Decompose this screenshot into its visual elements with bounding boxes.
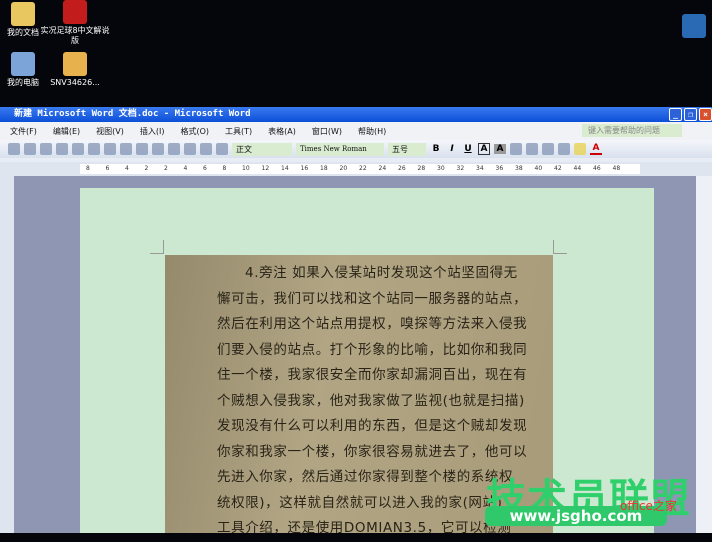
- menu-insert[interactable]: 插入(I): [140, 126, 165, 137]
- ruler-tick: 2: [164, 165, 168, 172]
- desktop-icon-game[interactable]: 实况足球8中文解说版: [40, 0, 110, 46]
- ruler-tick: 30: [437, 165, 445, 172]
- size-select[interactable]: 五号: [388, 142, 426, 156]
- ruler-tick: 26: [398, 165, 406, 172]
- bullets-icon[interactable]: [542, 143, 554, 155]
- ruler-tick: 44: [573, 165, 582, 172]
- title-bar: 新建 Microsoft Word 文档.doc - Microsoft Wor…: [0, 107, 712, 122]
- ruler-tick: 20: [339, 165, 348, 172]
- ruler-tick: 40: [534, 165, 543, 172]
- italic-button[interactable]: I: [446, 144, 458, 154]
- hyperlink-icon[interactable]: [200, 143, 212, 155]
- text-line: 们要入侵的站点。打个形象的比喻，比如你和我同: [217, 341, 528, 358]
- menu-bar: 文件(F) 编辑(E) 视图(V) 插入(I) 格式(O) 工具(T) 表格(A…: [0, 122, 712, 140]
- paste-icon[interactable]: [168, 143, 180, 155]
- ruler-tick: 28: [417, 165, 426, 172]
- print-icon[interactable]: [88, 143, 100, 155]
- folder-icon: [11, 2, 35, 26]
- text-line: 住一个楼，我家很安全而你家却漏洞百出，现在有: [217, 367, 528, 383]
- research-icon[interactable]: [136, 143, 148, 155]
- computer-icon: [11, 52, 35, 76]
- game-icon: [63, 0, 87, 24]
- new-icon[interactable]: [8, 143, 20, 155]
- menu-help[interactable]: 帮助(H): [358, 126, 386, 137]
- text-line: 懈可击，我们可以找和这个站同一服务器的站点，: [217, 290, 528, 307]
- ruler-tick: 46: [593, 165, 601, 172]
- restore-button[interactable]: ❐: [684, 108, 697, 121]
- menu-window[interactable]: 窗口(W): [312, 126, 342, 137]
- vertical-ruler[interactable]: [0, 176, 14, 533]
- text-line: 你家和我家一个楼，你家很容易就进去了，他可以: [217, 443, 528, 460]
- watermark-office: office之家: [620, 499, 677, 513]
- swallow-logo-icon[interactable]: [682, 14, 706, 38]
- close-button[interactable]: ×: [699, 108, 712, 121]
- font-select[interactable]: Times New Roman: [296, 142, 384, 156]
- menu-tools[interactable]: 工具(T): [225, 126, 252, 137]
- bold-button[interactable]: B: [430, 144, 442, 154]
- vertical-scrollbar[interactable]: [696, 176, 712, 533]
- save-icon[interactable]: [40, 143, 52, 155]
- ruler-tick: 42: [554, 165, 562, 172]
- styles-icon[interactable]: [216, 143, 228, 155]
- ruler-tick: 38: [515, 165, 523, 172]
- indent-icon[interactable]: [558, 143, 570, 155]
- ruler-tick: 18: [320, 165, 328, 172]
- text-line: 然后在利用这个站点用提权，嗅探等方法来入侵我: [217, 316, 528, 332]
- spelling-icon[interactable]: [120, 143, 132, 155]
- style-select[interactable]: 正文: [232, 142, 292, 156]
- numbering-icon[interactable]: [526, 143, 538, 155]
- ruler-tick: 12: [261, 165, 270, 172]
- text-line: 4.旁注 如果入侵某站时发现这个站坚固得无: [245, 265, 518, 281]
- ruler-tick: 32: [456, 165, 465, 172]
- menu-format[interactable]: 格式(O): [180, 126, 209, 137]
- help-search-input[interactable]: 键入需要帮助的问题: [582, 124, 682, 137]
- open-icon[interactable]: [24, 143, 36, 155]
- ruler-tick: 2: [144, 165, 149, 172]
- ruler-tick: 8: [86, 165, 90, 172]
- menu-table[interactable]: 表格(A): [268, 126, 296, 137]
- corner-mark: [553, 240, 567, 254]
- ruler-tick: 36: [495, 165, 504, 172]
- ruler-tick: 4: [125, 165, 129, 172]
- menu-edit[interactable]: 编辑(E): [53, 126, 80, 137]
- copy-icon[interactable]: [152, 143, 164, 155]
- toolbar: 正文 Times New Roman 五号 B I U A A A: [0, 140, 712, 158]
- font-color-button[interactable]: A: [590, 143, 602, 155]
- preview-icon[interactable]: [104, 143, 116, 155]
- ruler-tick: 6: [105, 165, 110, 172]
- highlight-icon[interactable]: [574, 143, 586, 155]
- text-line: 发现没有什么可以利用的东西，但是这个贼却发现: [217, 418, 528, 434]
- file-icon: [63, 52, 87, 76]
- underline-button[interactable]: U: [462, 144, 474, 154]
- corner-mark: [150, 240, 164, 254]
- ruler-tick: 16: [300, 165, 309, 172]
- menu-view[interactable]: 视图(V): [96, 126, 124, 137]
- ruler-tick: 34: [476, 165, 484, 172]
- ruler-tick: 8: [222, 165, 227, 172]
- undo-icon[interactable]: [184, 143, 196, 155]
- email-icon[interactable]: [72, 143, 84, 155]
- text-line: 个贼想入侵我家，他对我家做了监视(也就是扫描): [217, 392, 525, 409]
- minimize-button[interactable]: _: [669, 108, 682, 121]
- char-border-button[interactable]: A: [478, 143, 490, 155]
- ruler-tick: 22: [359, 165, 367, 172]
- horizontal-ruler[interactable]: 8 6 4 2 2 4 6 8 10 12 14 16 18 20 22 24 26 28 30 32 34 36 38 40…: [0, 162, 712, 176]
- ruler-tick: 48: [612, 165, 621, 172]
- align-icon[interactable]: [510, 143, 522, 155]
- permission-icon[interactable]: [56, 143, 68, 155]
- ruler-tick: 14: [281, 165, 289, 172]
- ruler-tick: 4: [183, 165, 188, 172]
- menu-file[interactable]: 文件(F): [10, 126, 37, 137]
- ruler-tick: 24: [378, 165, 387, 172]
- char-shading-button[interactable]: A: [494, 144, 506, 154]
- desktop-icon-file[interactable]: SNV34626...: [40, 52, 110, 88]
- ruler-tick: 6: [203, 165, 207, 172]
- ruler-tick: 10: [242, 165, 250, 172]
